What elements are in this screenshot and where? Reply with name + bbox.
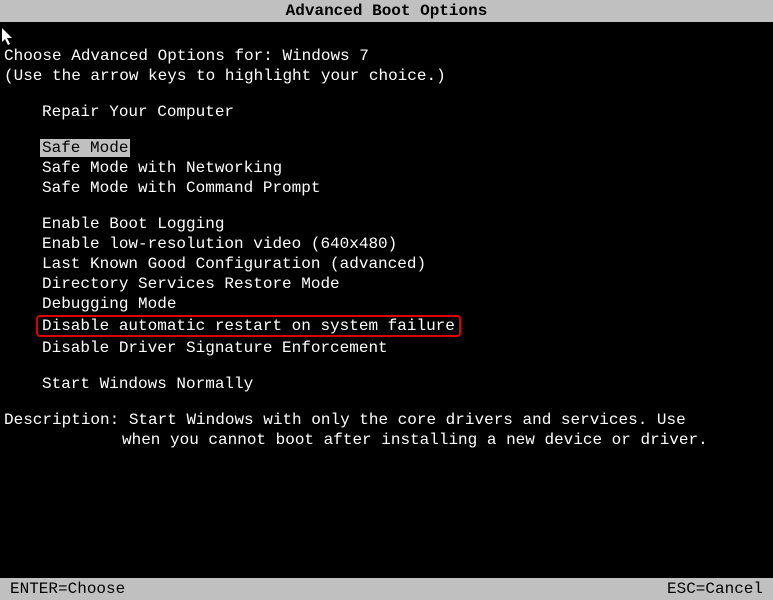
menu-boot-logging[interactable]: Enable Boot Logging <box>40 215 226 233</box>
menu-safe-mode-cmd[interactable]: Safe Mode with Command Prompt <box>40 179 322 197</box>
heading: Choose Advanced Options for: Windows 7 <box>4 46 769 66</box>
menu-safe-mode-net[interactable]: Safe Mode with Networking <box>40 159 284 177</box>
boot-menu-content: Choose Advanced Options for: Windows 7 (… <box>0 22 773 458</box>
menu-last-known[interactable]: Last Known Good Configuration (advanced) <box>40 255 428 273</box>
footer-esc: ESC=Cancel <box>667 580 763 598</box>
menu-safe-mode[interactable]: Safe Mode <box>40 139 130 157</box>
menu-repair[interactable]: Repair Your Computer <box>40 103 236 121</box>
instruction: (Use the arrow keys to highlight your ch… <box>4 66 769 86</box>
menu-disable-restart[interactable]: Disable automatic restart on system fail… <box>36 315 461 337</box>
footer-enter: ENTER=Choose <box>10 580 125 598</box>
menu-disable-sig[interactable]: Disable Driver Signature Enforcement <box>40 339 390 357</box>
menu-debugging[interactable]: Debugging Mode <box>40 295 178 313</box>
description-line1: Start Windows with only the core drivers… <box>129 411 686 429</box>
footer-bar: ENTER=Choose ESC=Cancel <box>0 578 773 600</box>
page-title: Advanced Boot Options <box>286 2 488 20</box>
title-bar: Advanced Boot Options <box>0 0 773 22</box>
menu-ds-restore[interactable]: Directory Services Restore Mode <box>40 275 342 293</box>
description-label: Description: <box>4 411 119 429</box>
menu-low-res[interactable]: Enable low-resolution video (640x480) <box>40 235 399 253</box>
description-line2: when you cannot boot after installing a … <box>4 430 769 450</box>
description-row: Description: Start Windows with only the… <box>4 410 769 430</box>
menu-start-normal[interactable]: Start Windows Normally <box>40 375 255 393</box>
